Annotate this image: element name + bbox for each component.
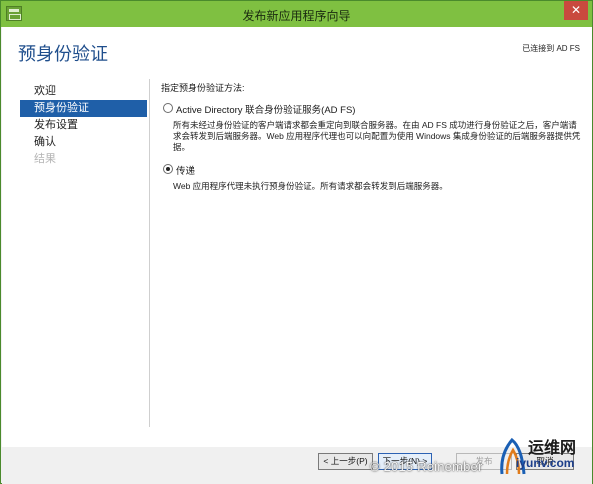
window-title: 发布新应用程序向导 <box>242 9 351 23</box>
site-logo: 运维网 iyunv.com <box>498 432 592 482</box>
step-confirmation[interactable]: 确认 <box>20 134 147 151</box>
previous-button[interactable]: < 上一步(P) <box>318 453 373 470</box>
option-passthrough-description: Web 应用程序代理未执行预身份验证。所有请求都会转发到后端服务器。 <box>173 181 448 191</box>
page-title: 预身份验证 <box>18 44 108 65</box>
section-label: 指定预身份验证方法: <box>161 83 245 93</box>
radio-adfs[interactable] <box>163 103 173 113</box>
option-passthrough-label[interactable]: 传递 <box>176 163 195 177</box>
step-welcome[interactable]: 欢迎 <box>20 83 147 100</box>
radio-passthrough[interactable] <box>163 164 173 174</box>
pane-divider <box>149 79 150 427</box>
close-button[interactable]: ✕ <box>564 1 588 20</box>
title-bar[interactable]: 发布新应用程序向导 ✕ <box>1 1 592 27</box>
option-adfs-label[interactable]: Active Directory 联合身份验证服务(AD FS) <box>176 102 355 116</box>
connection-status: 已连接到 AD FS <box>522 44 580 53</box>
step-preauthentication[interactable]: 预身份验证 <box>20 100 147 117</box>
watermark-copyright: © 2015 Reinember <box>370 459 483 474</box>
wizard-body: 欢迎 预身份验证 发布设置 确认 结果 指定预身份验证方法: Active Di… <box>2 79 592 447</box>
logo-text-cn: 运维网 <box>528 440 577 457</box>
wizard-header: 预身份验证 已连接到 AD FS <box>2 27 592 79</box>
step-list: 欢迎 预身份验证 发布设置 确认 结果 <box>20 83 147 168</box>
wizard-window: 发布新应用程序向导 ✕ 预身份验证 已连接到 AD FS 欢迎 预身份验证 发布… <box>0 0 593 484</box>
logo-text-en: iyunv.com <box>516 456 575 470</box>
step-publish-settings[interactable]: 发布设置 <box>20 117 147 134</box>
step-results: 结果 <box>34 153 56 165</box>
option-adfs-description: 所有未经过身份验证的客户端请求都会重定向到联合服务器。在由 AD FS 成功进行… <box>173 120 581 152</box>
